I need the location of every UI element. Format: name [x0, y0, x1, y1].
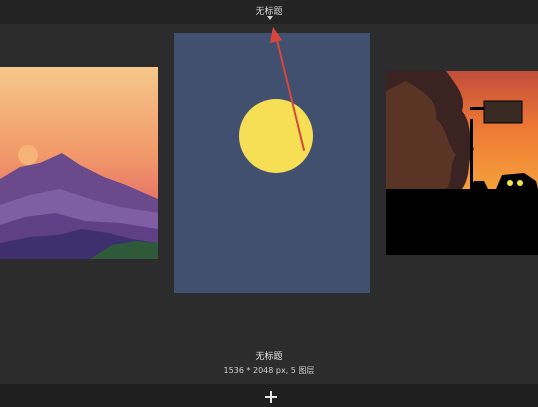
gallery-app: 无标题 无标题 1536 * 2048 px, 5 图层 — [0, 0, 538, 407]
chevron-down-icon[interactable] — [267, 16, 273, 20]
plus-icon-stroke — [270, 391, 272, 403]
sun-canvas-illustration — [174, 33, 370, 293]
artwork-thumbnail-mountain[interactable] — [0, 67, 158, 259]
artwork-thumbnail-road[interactable] — [386, 71, 538, 255]
artwork-thumbnail-selected[interactable] — [174, 33, 370, 293]
mountain-sunset-illustration — [0, 67, 158, 259]
add-artwork-button[interactable] — [262, 388, 280, 406]
top-bar: 无标题 — [0, 0, 538, 24]
artwork-name: 无标题 — [255, 352, 283, 362]
dusk-road-illustration — [386, 71, 538, 255]
artwork-dimensions-layers: 1536 * 2048 px, 5 图层 — [223, 366, 315, 375]
